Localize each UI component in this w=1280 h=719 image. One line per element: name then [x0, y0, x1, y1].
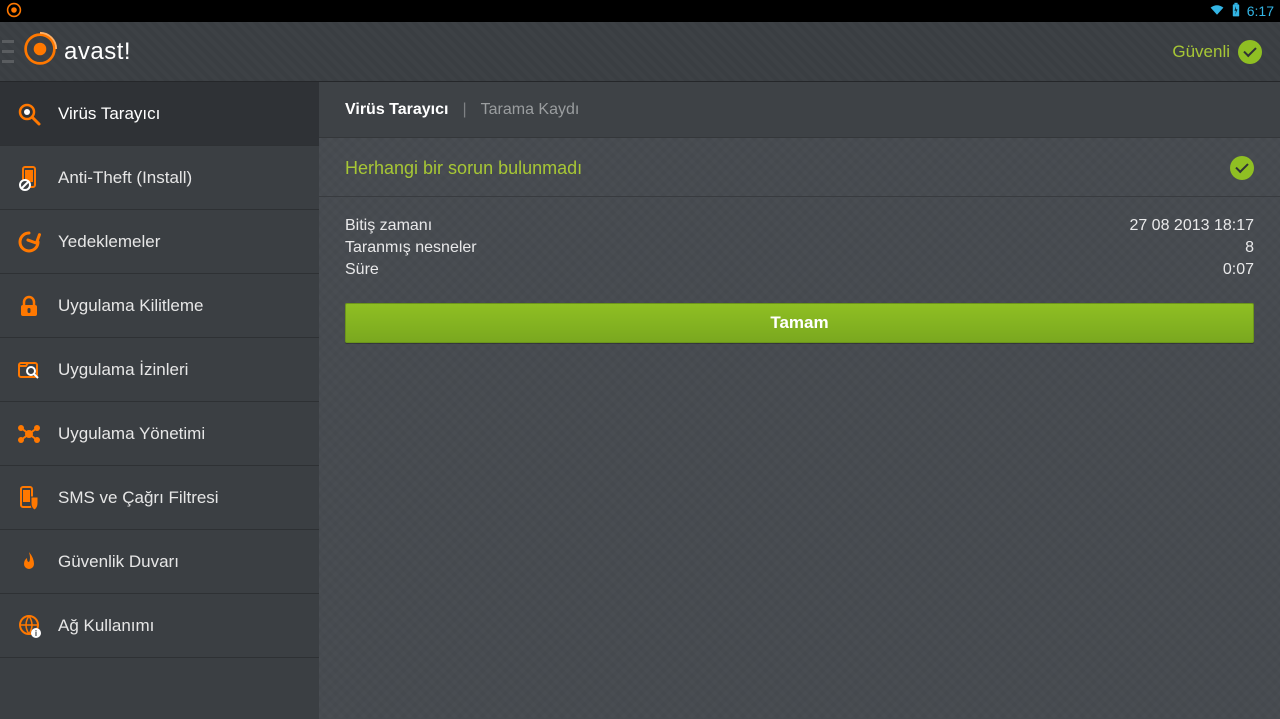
ok-button[interactable]: Tamam — [345, 303, 1254, 343]
detail-label: Taranmış nesneler — [345, 239, 477, 257]
nodes-icon — [16, 421, 42, 447]
sidebar-item-app-management[interactable]: Uygulama Yönetimi — [0, 402, 319, 466]
sidebar-item-anti-theft[interactable]: Anti-Theft (Install) — [0, 146, 319, 210]
app-header: avast! Güvenli — [0, 22, 1280, 82]
flame-icon — [16, 549, 42, 575]
sidebar-item-firewall[interactable]: Güvenlik Duvarı — [0, 530, 319, 594]
sidebar-item-label: Anti-Theft (Install) — [58, 168, 192, 188]
breadcrumb-root[interactable]: Virüs Tarayıcı — [345, 101, 448, 119]
detail-value: 8 — [1245, 239, 1254, 257]
sidebar-item-sms-call-filter[interactable]: SMS ve Çağrı Filtresi — [0, 466, 319, 530]
avast-tray-icon — [6, 5, 22, 21]
sidebar-item-label: Uygulama Kilitleme — [58, 296, 204, 316]
detail-row-duration: Süre 0:07 — [345, 259, 1254, 281]
sidebar-item-virus-scanner[interactable]: Virüs Tarayıcı — [0, 82, 319, 146]
phone-forbidden-icon — [16, 165, 42, 191]
detail-value: 0:07 — [1223, 261, 1254, 279]
sidebar: Virüs Tarayıcı Anti-Theft (Install) Yede… — [0, 82, 319, 719]
check-icon — [1238, 40, 1262, 64]
battery-icon — [1231, 2, 1241, 21]
sidebar-item-label: Uygulama Yönetimi — [58, 424, 205, 444]
sidebar-item-network-usage[interactable]: i Ağ Kullanımı — [0, 594, 319, 658]
statusbar-time: 6:17 — [1247, 3, 1274, 19]
sidebar-item-app-permissions[interactable]: Uygulama İzinleri — [0, 338, 319, 402]
breadcrumb-separator: | — [462, 101, 466, 119]
sidebar-item-label: Yedeklemeler — [58, 232, 160, 252]
security-status[interactable]: Güvenli — [1172, 40, 1262, 64]
refresh-icon — [16, 229, 42, 255]
scan-result-message: Herhangi bir sorun bulunmadı — [345, 158, 582, 179]
globe-info-icon: i — [16, 613, 42, 639]
security-status-label: Güvenli — [1172, 42, 1230, 62]
detail-value: 27 08 2013 18:17 — [1129, 217, 1254, 235]
scan-result-row: Herhangi bir sorun bulunmadı — [319, 138, 1280, 197]
magnifier-bug-icon — [16, 101, 42, 127]
svg-text:i: i — [35, 629, 37, 638]
statusbar-right: 6:17 — [1209, 2, 1274, 21]
detail-row-scanned-objects: Taranmış nesneler 8 — [345, 237, 1254, 259]
avast-logo[interactable]: avast! — [22, 31, 131, 72]
app-name: avast! — [64, 38, 131, 66]
detail-label: Bitiş zamanı — [345, 217, 432, 235]
sidebar-item-label: Ağ Kullanımı — [58, 616, 154, 636]
main-panel: Virüs Tarayıcı | Tarama Kaydı Herhangi b… — [319, 82, 1280, 719]
sidebar-item-label: Uygulama İzinleri — [58, 360, 188, 380]
breadcrumb: Virüs Tarayıcı | Tarama Kaydı — [319, 82, 1280, 138]
check-icon — [1230, 156, 1254, 180]
sidebar-item-label: SMS ve Çağrı Filtresi — [58, 488, 219, 508]
sidebar-filler — [0, 658, 319, 719]
statusbar-left — [6, 2, 22, 21]
avast-logo-icon — [22, 31, 58, 72]
drawer-toggle-icon[interactable] — [2, 37, 14, 67]
sidebar-item-backup[interactable]: Yedeklemeler — [0, 210, 319, 274]
sidebar-item-label: Güvenlik Duvarı — [58, 552, 179, 572]
sidebar-item-app-locking[interactable]: Uygulama Kilitleme — [0, 274, 319, 338]
scan-details: Bitiş zamanı 27 08 2013 18:17 Taranmış n… — [319, 197, 1280, 287]
detail-label: Süre — [345, 261, 379, 279]
folder-magnifier-icon — [16, 357, 42, 383]
sidebar-item-label: Virüs Tarayıcı — [58, 104, 160, 124]
lock-icon — [16, 293, 42, 319]
android-status-bar: 6:17 — [0, 0, 1280, 22]
detail-row-end-time: Bitiş zamanı 27 08 2013 18:17 — [345, 215, 1254, 237]
wifi-icon — [1209, 2, 1225, 21]
phone-shield-icon — [16, 485, 42, 511]
breadcrumb-current: Tarama Kaydı — [481, 101, 580, 119]
